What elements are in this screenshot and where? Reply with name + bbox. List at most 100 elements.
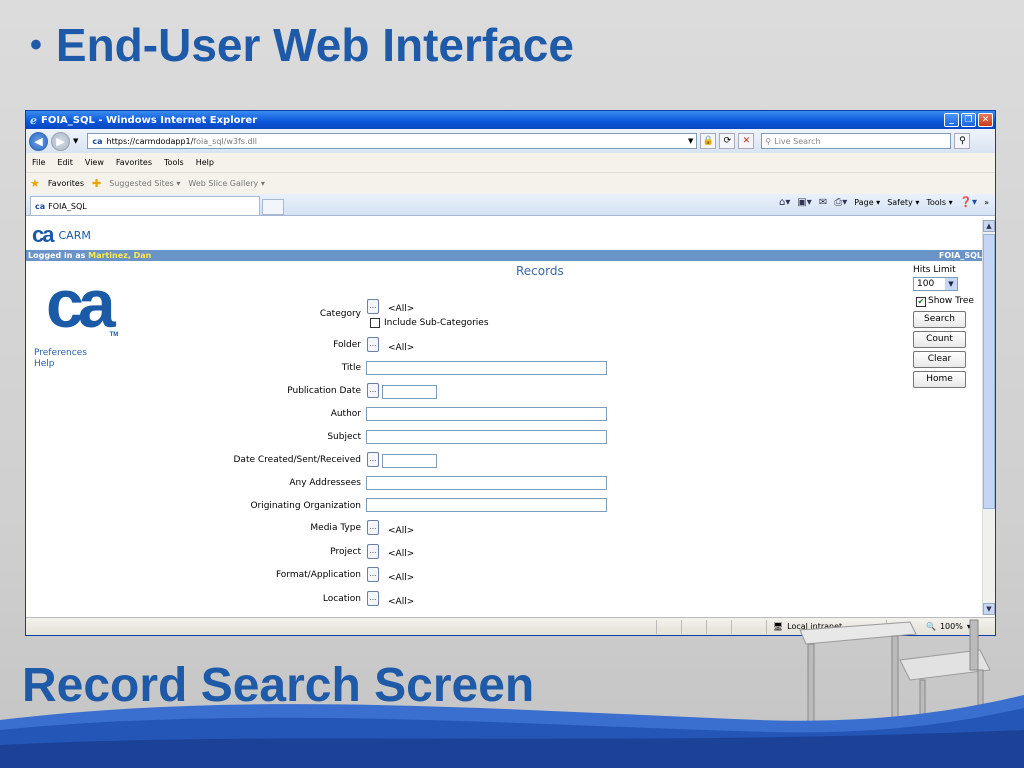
feeds-icon[interactable]: ▣▾ <box>797 197 811 208</box>
trademark-mark: TM <box>109 332 119 338</box>
mail-icon[interactable]: ✉ <box>819 197 827 208</box>
ca-logo-large-text: ca <box>46 266 116 342</box>
minimize-button[interactable]: _ <box>944 113 959 127</box>
new-tab-button[interactable] <box>262 199 284 215</box>
chevron-down-icon: ▼ <box>945 278 957 290</box>
print-icon[interactable]: ⎙▾ <box>834 197 847 208</box>
site-favicon: ca <box>92 136 103 146</box>
stop-icon[interactable]: ✕ <box>738 133 755 149</box>
app-name: CARM <box>58 228 91 242</box>
slide-subtitle: Record Search Screen <box>22 659 535 712</box>
home-icon[interactable]: ⌂▾ <box>779 197 790 208</box>
hits-limit-label: Hits Limit <box>913 265 956 275</box>
any-addressees-label: Any Addressees <box>289 478 361 488</box>
publication-date-picker-button[interactable]: ... <box>367 383 379 398</box>
app-header: ca CARM <box>26 220 984 250</box>
safety-menu[interactable]: Safety ▾ <box>887 198 919 207</box>
menu-tools[interactable]: Tools <box>164 158 184 167</box>
tab-foia-sql[interactable]: ca FOIA_SQL <box>30 196 260 215</box>
menu-edit[interactable]: Edit <box>57 158 73 167</box>
lock-icon[interactable]: 🔒 <box>700 133 717 149</box>
search-button[interactable]: Search <box>913 311 966 328</box>
scroll-thumb[interactable] <box>983 234 995 509</box>
title-bar[interactable]: ℯ FOIA_SQL - Windows Internet Explorer _… <box>26 111 995 129</box>
tab-favicon: ca <box>35 201 46 211</box>
subject-label: Subject <box>327 432 361 442</box>
search-go-icon[interactable]: ⚲ <box>954 133 971 149</box>
show-tree-checkbox[interactable]: ✔ <box>916 297 926 307</box>
slide-title-text: End-User Web Interface <box>55 19 574 71</box>
publication-date-label: Publication Date <box>287 386 361 396</box>
chevron-more-icon[interactable]: » <box>984 198 989 207</box>
hits-limit-select[interactable]: 100 ▼ <box>913 277 958 291</box>
scroll-up-icon[interactable]: ▲ <box>983 220 995 232</box>
ie-icon: ℯ <box>30 113 37 127</box>
menu-bar: File Edit View Favorites Tools Help <box>26 153 995 173</box>
project-label: Project <box>330 547 361 557</box>
include-subcategories-checkbox[interactable] <box>370 318 380 328</box>
suggested-sites[interactable]: Suggested Sites ▾ <box>109 179 180 188</box>
favorites-button[interactable]: Favorites <box>48 179 84 188</box>
search-icon: ⚲ <box>765 136 772 146</box>
slide-title: • End-User Web Interface <box>30 18 574 72</box>
restore-button[interactable]: ❐ <box>961 113 976 127</box>
format-value: <All> <box>388 573 415 583</box>
folder-label: Folder <box>333 340 361 350</box>
originating-org-label: Originating Organization <box>250 501 361 511</box>
address-field[interactable]: ca https://carmdodapp1/foia_sql/w3fs.dll… <box>87 133 698 149</box>
project-picker-button[interactable]: ... <box>367 544 379 559</box>
browser-window: ℯ FOIA_SQL - Windows Internet Explorer _… <box>25 110 996 636</box>
category-picker-button[interactable]: ... <box>367 299 379 314</box>
media-type-picker-button[interactable]: ... <box>367 520 379 535</box>
address-path: foia_sql/w3fs.dll <box>193 136 258 146</box>
user-name: Martinez, Dan <box>88 251 152 260</box>
page-content: ca CARM Logged in as Martinez, Dan FOIA_… <box>26 220 984 615</box>
location-picker-button[interactable]: ... <box>367 591 379 606</box>
date-created-label: Date Created/Sent/Received <box>233 455 362 465</box>
date-created-input[interactable] <box>382 454 437 468</box>
tab-row: ca FOIA_SQL ⌂▾ ▣▾ ✉ ⎙▾ Page ▾ Safety ▾ T… <box>26 194 995 216</box>
subject-input[interactable] <box>366 430 607 444</box>
title-input[interactable] <box>366 361 607 375</box>
menu-favorites[interactable]: Favorites <box>116 158 152 167</box>
format-label: Format/Application <box>275 570 361 580</box>
menu-help[interactable]: Help <box>196 158 214 167</box>
format-picker-button[interactable]: ... <box>367 567 379 582</box>
count-button[interactable]: Count <box>913 331 966 348</box>
refresh-icon[interactable]: ⟳ <box>719 133 736 149</box>
history-dropdown-icon[interactable]: ▼ <box>73 137 78 145</box>
date-created-picker-button[interactable]: ... <box>367 452 379 467</box>
address-host: https://carmdodapp1/ <box>106 136 194 146</box>
hits-limit-value: 100 <box>917 279 935 289</box>
back-button[interactable]: ◀ <box>29 131 48 151</box>
home-button[interactable]: Home <box>913 371 966 388</box>
originating-org-input[interactable] <box>366 498 607 512</box>
any-addressees-input[interactable] <box>366 476 607 490</box>
page-menu[interactable]: Page ▾ <box>854 198 880 207</box>
help-icon[interactable]: ❓▾ <box>960 197 977 208</box>
logged-in-label: Logged in as <box>28 251 86 260</box>
clear-button[interactable]: Clear <box>913 351 966 368</box>
vertical-scrollbar[interactable]: ▲ ▼ <box>982 220 995 615</box>
media-type-label: Media Type <box>310 523 361 533</box>
author-input[interactable] <box>366 407 607 421</box>
login-bar: Logged in as Martinez, Dan FOIA_SQL <box>26 250 984 261</box>
media-type-value: <All> <box>388 526 415 536</box>
add-favorite-icon[interactable]: ✚ <box>92 177 101 190</box>
live-search-input[interactable]: ⚲ Live Search <box>761 133 952 149</box>
menu-file[interactable]: File <box>32 158 45 167</box>
folder-picker-button[interactable]: ... <box>367 337 379 352</box>
window-title: FOIA_SQL - Windows Internet Explorer <box>41 114 258 126</box>
forward-button[interactable]: ▶ <box>51 131 70 151</box>
author-label: Author <box>330 409 361 419</box>
tools-menu[interactable]: Tools ▾ <box>926 198 952 207</box>
favorites-star-icon: ★ <box>30 177 40 190</box>
web-slice-gallery[interactable]: Web Slice Gallery ▾ <box>188 179 264 188</box>
category-label: Category <box>319 309 361 319</box>
folder-value: <All> <box>388 343 415 353</box>
include-subcategories-label: Include Sub-Categories <box>384 318 489 328</box>
close-button[interactable]: ✕ <box>978 113 993 127</box>
publication-date-input[interactable] <box>382 385 437 399</box>
menu-view[interactable]: View <box>85 158 104 167</box>
address-dropdown-icon[interactable]: ▼ <box>688 137 696 145</box>
